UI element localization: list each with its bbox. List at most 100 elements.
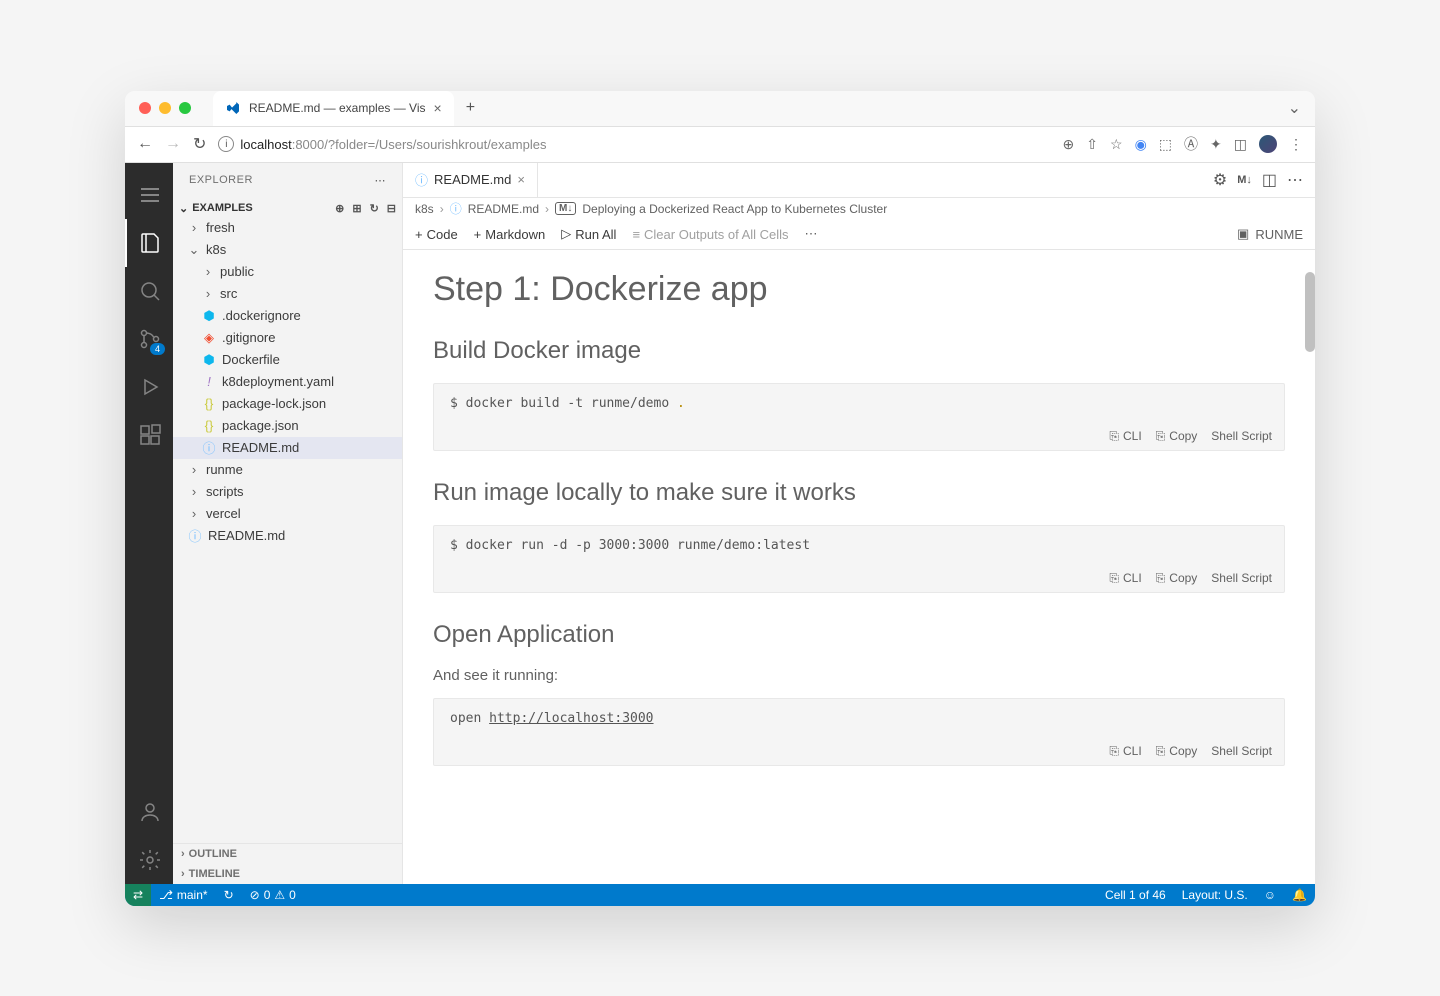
chevron-right-icon: › [187,462,201,477]
tree-folder-src[interactable]: ›src [173,283,402,305]
crumb-heading[interactable]: Deploying a Dockerized React App to Kube… [582,202,887,216]
shell-script-label[interactable]: Shell Script [1211,744,1272,759]
maximize-window-button[interactable] [179,102,191,114]
close-tab-icon[interactable]: × [517,172,525,187]
scrollbar-thumb[interactable] [1305,272,1315,352]
notebook-more-icon[interactable]: ⋯ [805,226,818,242]
run-debug-activity-icon[interactable] [125,363,173,411]
tree-folder-public[interactable]: ›public [173,261,402,283]
crumb-file[interactable]: README.md [468,202,539,216]
cli-button[interactable]: ⎘ CLI [1109,744,1141,759]
chevron-right-icon: › [187,484,201,499]
add-code-button[interactable]: +Code [415,227,458,242]
share-icon[interactable]: ⇧ [1086,136,1098,153]
code-cell-run[interactable]: $ docker run -d -p 3000:3000 runme/demo:… [433,525,1285,593]
folder-root-header[interactable]: ⌄ EXAMPLES ⊕ ⊞ ↻ ⊟ [173,200,402,217]
crumb-folder[interactable]: k8s [415,202,434,216]
tree-file-readme-k8s[interactable]: ⓘREADME.md [173,437,402,459]
timeline-section[interactable]: ›TIMELINE [173,864,402,884]
chevron-right-icon: › [181,868,185,880]
markdown-badge[interactable]: M↓ [1237,174,1252,186]
outline-section[interactable]: ›OUTLINE [173,844,402,864]
tree-file-k8deployment[interactable]: !k8deployment.yaml [173,371,402,393]
tree-file-readme-root[interactable]: ⓘREADME.md [173,525,402,547]
tree-file-gitignore[interactable]: ◈.gitignore [173,327,402,349]
breadcrumbs[interactable]: k8s › ⓘ README.md › M↓ Deploying a Docke… [403,198,1315,220]
shell-script-label[interactable]: Shell Script [1211,571,1272,586]
profile-avatar-icon[interactable] [1259,135,1277,153]
nav-forward-button[interactable]: → [165,135,181,153]
add-markdown-button[interactable]: +Markdown [474,227,546,242]
chevron-down-icon: ⌄ [187,242,201,258]
file-tree: ›fresh ⌄k8s ›public ›src ⬢.dockerignore … [173,217,402,547]
browser-menu-icon[interactable]: ⋮ [1289,136,1303,153]
git-branch-item[interactable]: ⎇main* [151,888,216,902]
code-cell-open[interactable]: open http://localhost:3000 ⎘ CLI ⎘ Copy … [433,698,1285,766]
nav-reload-button[interactable]: ↻ [193,134,206,154]
cli-button[interactable]: ⎘ CLI [1109,429,1141,444]
panel-icon[interactable]: ◫ [1234,136,1247,153]
notebook-content[interactable]: Step 1: Dockerize app Build Docker image… [403,250,1315,884]
editor-more-icon[interactable]: ⋯ [1287,170,1303,190]
runme-kernel[interactable]: ▣RUNME [1237,226,1303,242]
copy-button[interactable]: ⎘ Copy [1156,744,1198,759]
editor-tab-readme[interactable]: ⓘ README.md × [403,163,538,197]
tree-file-package-lock[interactable]: {}package-lock.json [173,393,402,415]
extensions-puzzle-icon[interactable]: ✦ [1210,136,1222,153]
explorer-more-icon[interactable]: ⋯ [375,174,387,187]
run-config-icon[interactable]: ⚙ [1213,170,1227,190]
extension-2-icon[interactable]: ⬚ [1159,136,1172,153]
explorer-activity-icon[interactable] [125,219,173,267]
tree-folder-fresh[interactable]: ›fresh [173,217,402,239]
extension-3-icon[interactable]: Ⓐ [1184,134,1198,154]
browser-tab[interactable]: README.md — examples — Vis × [213,91,454,126]
url-input[interactable]: i localhost:8000/?folder=/Users/sourishk… [218,136,1050,152]
problems-item[interactable]: ⊘0 ⚠0 [242,888,304,902]
layout-item[interactable]: Layout: U.S. [1174,888,1256,902]
clear-outputs-button[interactable]: ≡Clear Outputs of All Cells [632,227,788,242]
cell-position-item[interactable]: Cell 1 of 46 [1097,888,1174,902]
refresh-icon[interactable]: ↻ [370,202,379,215]
url-host: localhost [240,137,291,152]
run-all-button[interactable]: ▷Run All [561,226,616,242]
tree-folder-vercel[interactable]: ›vercel [173,503,402,525]
feedback-icon[interactable]: ☺ [1256,888,1284,902]
tree-folder-runme[interactable]: ›runme [173,459,402,481]
shell-script-label[interactable]: Shell Script [1211,429,1272,444]
tree-file-dockerignore[interactable]: ⬢.dockerignore [173,305,402,327]
collapse-all-icon[interactable]: ⊟ [387,202,396,215]
markdown-badge-icon: M↓ [555,202,576,215]
extensions-activity-icon[interactable] [125,411,173,459]
remote-indicator[interactable]: ⇄ [125,884,151,906]
browser-tab-close-icon[interactable]: × [434,100,442,116]
nav-back-button[interactable]: ← [137,135,153,153]
new-tab-button[interactable]: + [466,99,475,117]
site-info-icon[interactable]: i [218,136,234,152]
cli-button[interactable]: ⎘ CLI [1109,571,1141,586]
new-file-icon[interactable]: ⊕ [335,202,344,215]
new-folder-icon[interactable]: ⊞ [352,202,361,215]
copy-button[interactable]: ⎘ Copy [1156,571,1198,586]
code-cell-build[interactable]: $ docker build -t runme/demo . ⎘ CLI ⎘ C… [433,383,1285,451]
tab-list-chevron-icon[interactable]: ⌄ [1288,98,1301,118]
sync-icon: ↻ [224,888,234,902]
search-activity-icon[interactable] [125,267,173,315]
tree-file-package-json[interactable]: {}package.json [173,415,402,437]
menu-icon[interactable] [125,171,173,219]
copy-button[interactable]: ⎘ Copy [1156,429,1198,444]
tree-folder-scripts[interactable]: ›scripts [173,481,402,503]
tree-file-dockerfile[interactable]: ⬢Dockerfile [173,349,402,371]
source-control-activity-icon[interactable]: 4 [125,315,173,363]
cell-toolbar: ⎘ CLI ⎘ Copy Shell Script [434,565,1284,592]
tree-folder-k8s[interactable]: ⌄k8s [173,239,402,261]
zoom-icon[interactable]: ⊕ [1063,136,1075,153]
sync-item[interactable]: ↻ [216,888,242,902]
notifications-icon[interactable]: 🔔 [1284,888,1315,902]
close-window-button[interactable] [139,102,151,114]
minimize-window-button[interactable] [159,102,171,114]
account-activity-icon[interactable] [125,788,173,836]
extension-1-icon[interactable]: ◉ [1135,136,1147,153]
split-editor-icon[interactable]: ◫ [1262,170,1277,190]
bookmark-star-icon[interactable]: ☆ [1110,136,1123,153]
settings-activity-icon[interactable] [125,836,173,884]
